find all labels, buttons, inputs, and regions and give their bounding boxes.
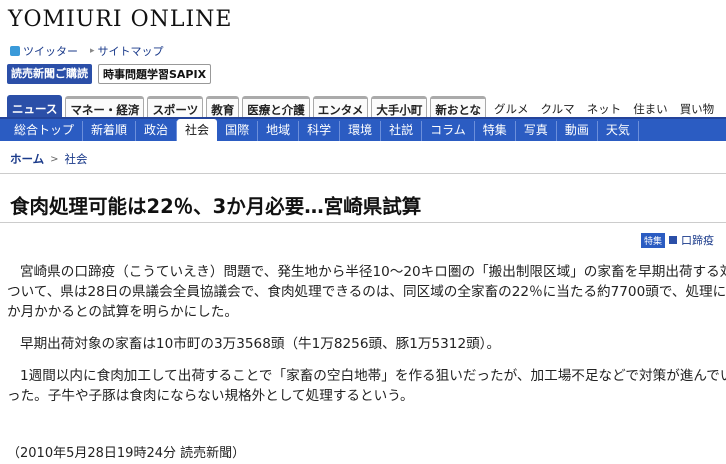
- section-nav: 総合トップ 新着順 政治 社会 国際 地域 科学 環境 社説 コラム 特集 写真 動画 天気: [0, 117, 726, 141]
- section-tab[interactable]: 科学: [299, 121, 341, 141]
- section-tab[interactable]: 環境: [340, 121, 382, 141]
- category-tab[interactable]: 教育: [206, 96, 240, 117]
- category-tab[interactable]: 医療と介護: [242, 96, 310, 117]
- category-tab[interactable]: ネット: [582, 96, 627, 117]
- article-paragraph: 1週間以内に食肉加工して出荷することで「家畜の空白地帯」を作る狙いだったが、加工…: [7, 368, 726, 404]
- sapix-button[interactable]: 時事問題学習SAPIX: [98, 64, 212, 84]
- sitemap-link[interactable]: ▸ サイトマップ: [90, 43, 164, 59]
- sitemap-link-label: サイトマップ: [97, 45, 164, 58]
- category-tab[interactable]: スポーツ: [147, 96, 204, 117]
- divider: [0, 173, 726, 174]
- site-logo[interactable]: YOMIURI ONLINE: [8, 7, 232, 32]
- category-tab[interactable]: 新おとな: [430, 96, 487, 117]
- category-tab[interactable]: マネー・経済: [65, 96, 145, 117]
- twitter-link[interactable]: ツイッター: [10, 43, 78, 59]
- section-tab[interactable]: 新着順: [83, 121, 137, 141]
- twitter-link-label: ツイッター: [23, 45, 78, 58]
- chevron-right-icon: >: [50, 153, 59, 165]
- section-tab[interactable]: 総合トップ: [6, 121, 84, 141]
- section-tab[interactable]: 天気: [598, 121, 639, 141]
- article-dateline: （2010年5月28日19時24分 読売新聞）: [7, 446, 246, 461]
- section-tab[interactable]: 国際: [217, 121, 259, 141]
- category-tab[interactable]: クルマ: [536, 96, 580, 117]
- feature-badge: 特集: [640, 232, 665, 248]
- section-tab[interactable]: 政治: [136, 121, 178, 141]
- section-tab[interactable]: コラム: [422, 121, 475, 141]
- category-nav: ニュース マネー・経済 スポーツ 教育 医療と介護 エンタメ 大手小町 新おとな グルメ クルマネ…: [7, 95, 726, 117]
- subscribe-button[interactable]: 読売新聞ご購読: [7, 64, 92, 84]
- breadcrumb-current[interactable]: 社会: [65, 151, 88, 167]
- category-tab[interactable]: ニュース: [7, 95, 63, 117]
- section-tab[interactable]: 社説: [381, 121, 423, 141]
- category-tab[interactable]: 求人: [721, 96, 726, 117]
- category-tab[interactable]: 買い物: [675, 96, 720, 117]
- section-tab[interactable]: 写真: [516, 121, 557, 141]
- top-links: ツイッター ▸ サイトマップ: [10, 43, 164, 59]
- category-tab[interactable]: 大手小町: [371, 96, 428, 117]
- section-tab[interactable]: 動画: [557, 121, 598, 141]
- twitter-icon: [10, 46, 20, 56]
- section-tab[interactable]: 特集: [475, 121, 516, 141]
- category-tab[interactable]: 住まい: [628, 96, 673, 117]
- section-tab[interactable]: 地域: [258, 121, 300, 141]
- bullet-icon: ▸: [90, 46, 95, 56]
- article-title: 食肉処理可能は22％、3か月必要…宮崎県試算: [10, 195, 422, 218]
- article-body: 宮崎県の口蹄疫（こうていえき）問題で、発生地から半径10～20キロ圏の「搬出制限…: [7, 262, 726, 418]
- category-tab[interactable]: エンタメ: [312, 96, 369, 117]
- square-icon: [669, 236, 677, 244]
- divider: [0, 222, 726, 223]
- promo-bar: 読売新聞ご購読 時事問題学習SAPIX: [7, 64, 212, 84]
- section-tab[interactable]: 社会: [177, 119, 218, 141]
- breadcrumb-home[interactable]: ホーム: [10, 151, 44, 167]
- article-paragraph: 早期出荷対象の家畜は10市町の3万3568頭（牛1万8256頭、豚1万5312頭…: [20, 336, 501, 352]
- breadcrumb: ホーム > 社会: [10, 151, 88, 167]
- topic-tag[interactable]: 特集 口蹄疫: [640, 232, 714, 248]
- topic-tag-label: 口蹄疫: [681, 234, 714, 247]
- article-paragraph: 宮崎県の口蹄疫（こうていえき）問題で、発生地から半径10～20キロ圏の「搬出制限…: [7, 264, 726, 320]
- category-tab[interactable]: グルメ: [489, 96, 534, 117]
